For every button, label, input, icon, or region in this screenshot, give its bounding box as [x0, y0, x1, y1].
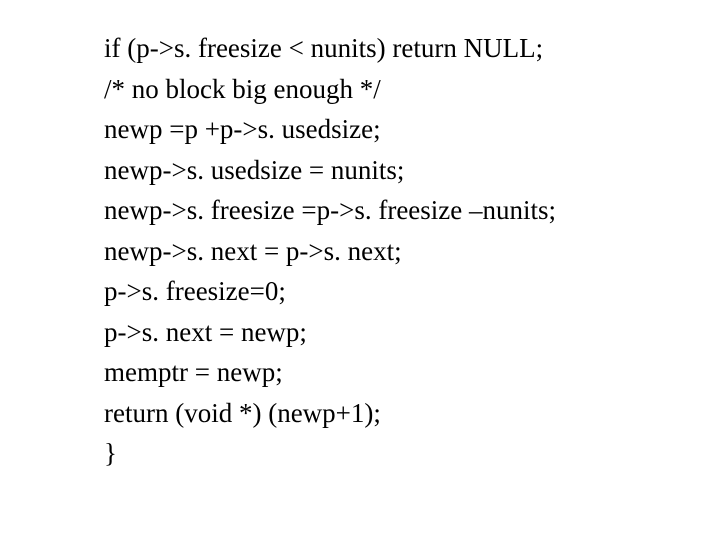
code-line: if (p->s. freesize < nunits) return NULL…	[104, 28, 720, 69]
code-line: p->s. freesize=0;	[104, 271, 720, 312]
code-line: }	[104, 433, 720, 474]
code-line: newp->s. next = p->s. next;	[104, 231, 720, 272]
code-block: if (p->s. freesize < nunits) return NULL…	[0, 0, 720, 540]
code-line: newp->s. freesize =p->s. freesize –nunit…	[104, 190, 720, 231]
code-line: p->s. next = newp;	[104, 312, 720, 353]
code-line: newp =p +p->s. usedsize;	[104, 109, 720, 150]
code-line: /* no block big enough */	[104, 69, 720, 110]
code-line: memptr = newp;	[104, 352, 720, 393]
code-line: return (void *) (newp+1);	[104, 393, 720, 434]
code-line: newp->s. usedsize = nunits;	[104, 150, 720, 191]
